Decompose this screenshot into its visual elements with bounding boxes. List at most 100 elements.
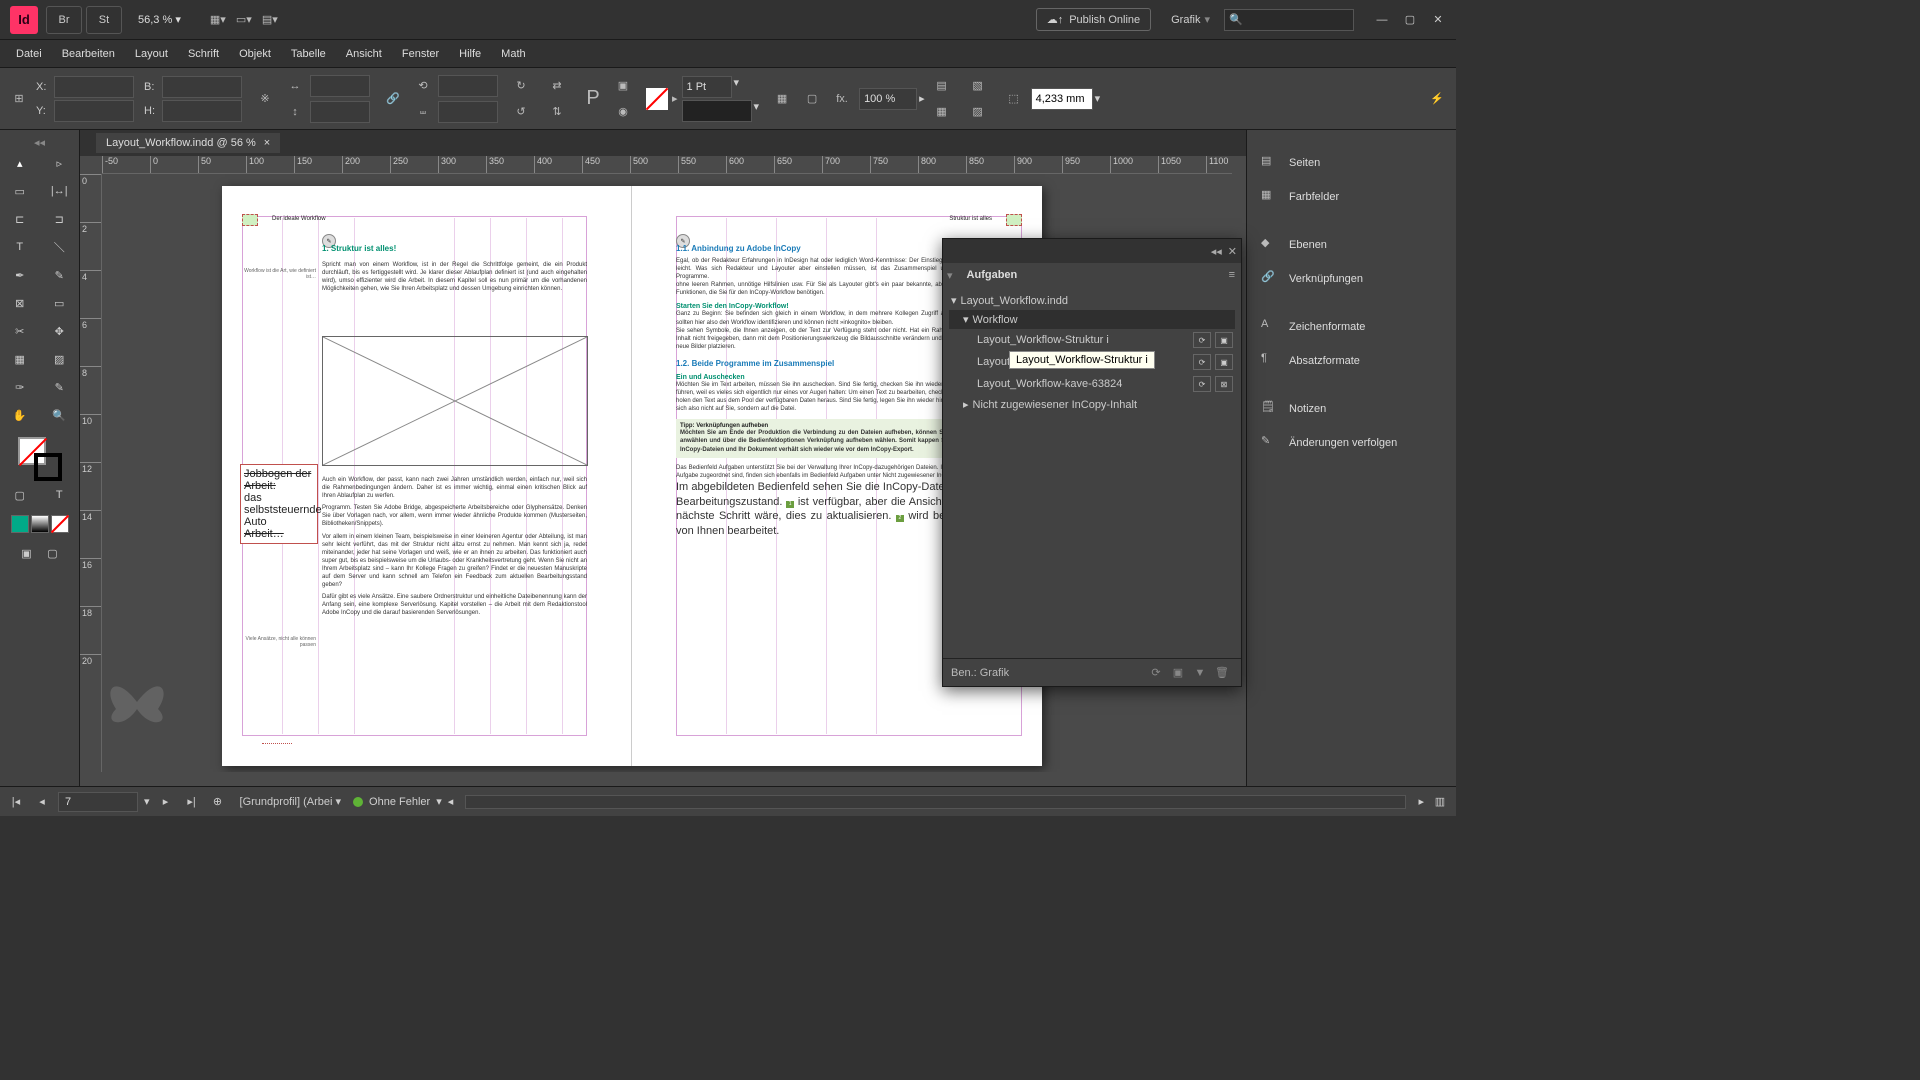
open-pages-icon[interactable]: ⊕ — [208, 792, 228, 812]
rotate-cw-icon[interactable]: ↻ — [508, 74, 534, 98]
new-assignment-icon[interactable]: ▣ — [1167, 664, 1189, 682]
maximize-button[interactable]: ▢ — [1396, 9, 1424, 31]
fill-arrow-icon[interactable]: ▸ — [672, 92, 678, 105]
y-input[interactable] — [54, 100, 134, 122]
panel-absatzformate[interactable]: ¶Absatzformate — [1247, 344, 1456, 378]
checkout-icon[interactable]: ▣ — [1215, 332, 1233, 348]
w-input[interactable] — [162, 76, 242, 98]
type-tool[interactable]: T — [0, 233, 40, 261]
panel-verknuepfungen[interactable]: 🔗Verknüpfungen — [1247, 262, 1456, 296]
view-mode-preview[interactable]: ▢ — [41, 539, 65, 567]
gradient-swatch-tool[interactable]: ▦ — [0, 345, 40, 373]
autofit-icon[interactable]: ▦ — [769, 87, 795, 111]
arrange-docs-icon[interactable]: ▤▾ — [257, 8, 283, 32]
page-tool[interactable]: ▭ — [0, 177, 40, 205]
tree-unassigned[interactable]: ▸Nicht zugewiesener InCopy-Inhalt — [949, 395, 1235, 414]
selection-tool[interactable]: ▴ — [0, 149, 40, 177]
content-placer-tool[interactable]: ⊐ — [40, 205, 80, 233]
minimize-button[interactable]: — — [1368, 9, 1396, 31]
vertical-ruler[interactable]: 02468101214161820 — [80, 174, 102, 772]
quick-apply-icon[interactable]: ⚡ — [1424, 87, 1450, 111]
chevron-down-icon[interactable]: ▾ — [1204, 13, 1210, 26]
help-search-input[interactable]: 🔍 — [1224, 9, 1354, 31]
menu-schrift[interactable]: Schrift — [178, 44, 229, 64]
fitting-icon[interactable]: ▢ — [799, 87, 825, 111]
tree-workflow[interactable]: ▾Workflow — [949, 310, 1235, 329]
menu-hilfe[interactable]: Hilfe — [449, 44, 491, 64]
scissors-tool[interactable]: ✂ — [0, 317, 40, 345]
chevron-down-icon[interactable]: ▾ — [754, 100, 760, 122]
package-icon[interactable]: ▼ — [1189, 664, 1211, 682]
content-collector-tool[interactable]: ⊏ — [0, 205, 40, 233]
reference-point-icon[interactable]: ⊞ — [6, 87, 32, 111]
text-wrap-around-icon[interactable]: ▦ — [929, 100, 955, 124]
formatting-text-icon[interactable]: T — [40, 481, 80, 509]
sticky-note[interactable]: Jobbogen der Arbeit: das selbststeuernde… — [240, 464, 318, 544]
chevron-down-icon[interactable]: ▾ — [436, 795, 442, 808]
split-view-icon[interactable]: ▥ — [1430, 792, 1450, 812]
close-tab-icon[interactable]: × — [264, 137, 270, 149]
select-content-icon[interactable]: ◉ — [610, 100, 636, 124]
panel-aenderungen[interactable]: ✎Änderungen verfolgen — [1247, 426, 1456, 460]
scale-x-input[interactable] — [310, 75, 370, 97]
update-icon[interactable]: ⟳ — [1193, 354, 1211, 370]
shear-input[interactable] — [438, 101, 498, 123]
last-page-button[interactable]: ▸| — [182, 792, 202, 812]
menu-bearbeiten[interactable]: Bearbeiten — [52, 44, 125, 64]
gradient-feather-tool[interactable]: ▨ — [40, 345, 80, 373]
eyedropper-tool[interactable]: ✎ — [40, 373, 80, 401]
workspace-switcher[interactable]: Grafik — [1171, 14, 1200, 26]
assignments-panel[interactable]: ◂◂ ✕ ▾ Aufgaben ≡ ▾Layout_Workflow.indd … — [942, 238, 1242, 687]
prev-page-button[interactable]: ◂ — [32, 792, 52, 812]
stroke-box[interactable] — [34, 453, 62, 481]
corner-options-icon[interactable]: ⬚ — [1001, 87, 1027, 111]
apply-gradient-swatch[interactable] — [31, 515, 49, 533]
rectangle-frame-tool[interactable]: ⊠ — [0, 289, 40, 317]
close-panel-icon[interactable]: ✕ — [1228, 245, 1237, 258]
stroke-style-select[interactable] — [682, 100, 752, 122]
refresh-icon[interactable]: ⟳ — [1145, 664, 1167, 682]
horizontal-ruler[interactable]: -500501001502002503003504004505005506006… — [102, 156, 1232, 174]
text-wrap-shape-icon[interactable]: ▧ — [965, 74, 991, 98]
scale-y-input[interactable] — [310, 101, 370, 123]
apply-none-swatch[interactable] — [51, 515, 69, 533]
chevron-down-icon[interactable]: ▾ — [734, 76, 740, 98]
gap-tool[interactable]: |↔| — [40, 177, 80, 205]
free-transform-tool[interactable]: ✥ — [40, 317, 80, 345]
pencil-tool[interactable]: ✎ — [40, 261, 80, 289]
apply-color-swatch[interactable] — [11, 515, 29, 533]
scale-lock-icon[interactable]: ※ — [252, 87, 278, 111]
chevron-down-icon[interactable]: ▾ — [144, 795, 150, 808]
panel-collapse-icon[interactable]: ◂◂ — [0, 136, 79, 149]
note-tool[interactable]: ✑ — [0, 373, 40, 401]
formatting-container-icon[interactable]: ▢ — [0, 481, 40, 509]
collapse-icon[interactable]: ◂◂ — [1211, 245, 1222, 258]
page-number-field[interactable]: 7 — [58, 792, 138, 812]
tree-item[interactable]: Layout_Workflow-Struktur i ⟳▣ — [949, 329, 1235, 351]
text-wrap-none-icon[interactable]: ▤ — [929, 74, 955, 98]
update-icon[interactable]: ⟳ — [1193, 332, 1211, 348]
panel-notizen[interactable]: 🗒Notizen — [1247, 392, 1456, 426]
checkout-icon[interactable]: ⊠ — [1215, 376, 1233, 392]
rectangle-tool[interactable]: ▭ — [40, 289, 80, 317]
flip-h-icon[interactable]: ⇄ — [544, 74, 570, 98]
line-tool[interactable]: ＼ — [40, 233, 80, 261]
checkout-icon[interactable]: ▣ — [1215, 354, 1233, 370]
rotate-input[interactable] — [438, 75, 498, 97]
stroke-weight-input[interactable]: 1 Pt — [682, 76, 732, 98]
x-input[interactable] — [54, 76, 134, 98]
horizontal-scrollbar[interactable] — [465, 795, 1406, 809]
empty-image-frame[interactable] — [322, 336, 588, 466]
update-icon[interactable]: ⟳ — [1193, 376, 1211, 392]
menu-datei[interactable]: Datei — [6, 44, 52, 64]
next-page-button[interactable]: ▸ — [156, 792, 176, 812]
fill-stroke-proxy[interactable] — [18, 437, 62, 481]
opacity-input[interactable]: 100 % — [859, 88, 917, 110]
publish-online-button[interactable]: ☁↑ Publish Online — [1036, 8, 1151, 31]
panel-tab-aufgaben[interactable]: Aufgaben — [957, 263, 1028, 287]
first-page-button[interactable]: |◂ — [6, 792, 26, 812]
document-tab[interactable]: Layout_Workflow.indd @ 56 % × — [96, 133, 280, 153]
effects-icon[interactable]: fx. — [829, 87, 855, 111]
chevron-down-icon[interactable]: ▾ — [1095, 92, 1101, 105]
zoom-level-select[interactable]: 56,3 % ▾ — [132, 9, 197, 30]
